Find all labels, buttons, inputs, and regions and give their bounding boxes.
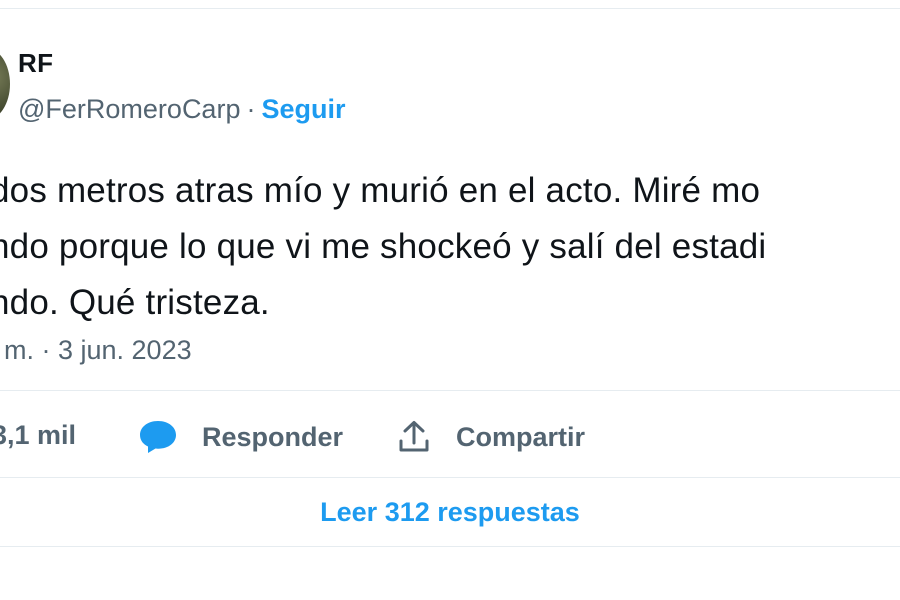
actions-bar: 3,1 mil Responder Compartir [0,410,900,464]
follow-button[interactable]: Seguir [261,94,345,124]
read-replies-link[interactable]: Leer 312 respuestas [0,490,900,534]
top-divider [0,8,900,9]
share-upload-icon [396,419,432,455]
actions-top-divider [0,390,900,391]
author-handle-row: @FerRomeroCarp · Seguir [18,94,346,125]
share-button[interactable]: Compartir [396,410,585,464]
avatar[interactable] [0,48,10,120]
tweet-text: dos metros atras mío y murió en el acto.… [0,163,900,331]
share-label: Compartir [456,421,586,452]
tweet-timestamp[interactable]: m. · 3 jun. 2023 [4,335,192,366]
reply-label: Responder [202,421,344,452]
replies-top-divider [0,477,900,478]
likes-count[interactable]: 3,1 mil [0,420,76,451]
bottom-divider [0,546,900,547]
separator-dot: · [246,94,256,124]
speech-bubble-icon [138,419,178,455]
author-display-name[interactable]: RF [18,48,53,79]
tweet-text-line: ndo. Qué tristeza. [0,283,270,322]
tweet-text-line: dos metros atras mío y murió en el acto.… [0,171,761,210]
reply-button[interactable]: Responder [138,410,343,464]
author-handle[interactable]: @FerRomeroCarp [18,94,240,124]
tweet-card: RF @FerRomeroCarp · Seguir dos metros atra… [0,0,900,600]
tweet-text-line: ndo porque lo que vi me shockeó y salí d… [0,227,767,266]
